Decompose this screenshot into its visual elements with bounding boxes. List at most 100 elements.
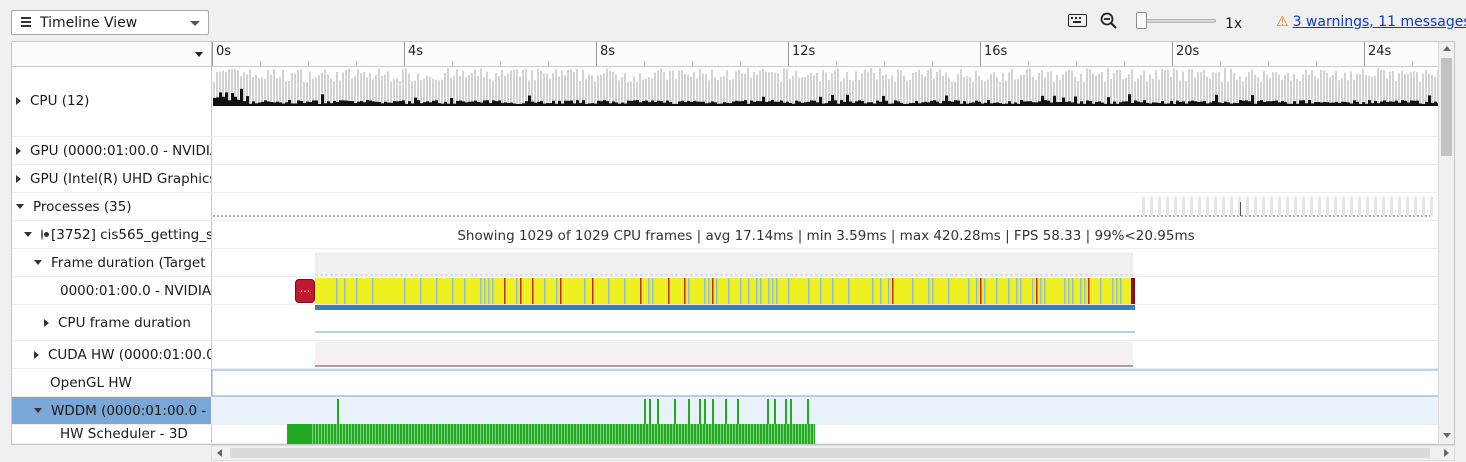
hw-scheduler-tick xyxy=(375,424,376,444)
cpu-core-bar xyxy=(1125,101,1128,106)
hw-scheduler-tick xyxy=(438,424,439,444)
cpu-core-bar xyxy=(477,102,480,106)
cpu-core-bar xyxy=(1194,101,1197,106)
cpu-usage-bar xyxy=(705,74,707,106)
hw-scheduler-tick xyxy=(735,424,736,444)
cpu-core-bar xyxy=(528,95,531,106)
error-frame-badge[interactable]: ... xyxy=(295,279,315,303)
cpu-usage-bar xyxy=(1317,78,1319,106)
hw-scheduler-tick xyxy=(693,424,694,444)
hw-scheduler-tick xyxy=(441,424,442,444)
keyboard-icon[interactable] xyxy=(1068,14,1087,27)
cpu-core-bar xyxy=(297,100,300,106)
cpu-usage-bar xyxy=(906,80,908,106)
cpu-core-bar xyxy=(1422,103,1425,106)
cpu-usage-bar xyxy=(411,81,413,106)
cpu-core-bar xyxy=(1218,102,1221,106)
hw-scheduler-tick xyxy=(444,424,445,444)
hw-scheduler-tick xyxy=(405,424,406,444)
cpu-core-bar xyxy=(1047,100,1050,106)
cpu-core-bar xyxy=(918,103,921,106)
cpu-core-bar xyxy=(969,102,972,106)
cpu-core-bar xyxy=(459,100,462,106)
cpu-core-bar xyxy=(1398,102,1401,106)
cpu-usage-bar xyxy=(1359,74,1361,106)
hw-scheduler-tick xyxy=(756,424,757,444)
horizontal-scroll-thumb[interactable] xyxy=(230,448,1430,458)
cpu-core-bar xyxy=(318,103,321,106)
process-activity-bar xyxy=(1174,197,1177,216)
hw-scheduler-tick xyxy=(807,424,808,444)
cpu-core-bar xyxy=(702,101,705,106)
hw-scheduler-tick xyxy=(486,424,487,444)
cpu-core-bar xyxy=(618,103,621,106)
hw-scheduler-tick xyxy=(657,424,658,444)
vertical-scrollbar[interactable] xyxy=(1438,42,1454,444)
warnings-text[interactable]: 3 warnings, 11 messages xyxy=(1293,14,1466,30)
cpu-core-bar xyxy=(570,100,573,106)
hw-scheduler-tick xyxy=(612,424,613,444)
cpu-usage-bar xyxy=(330,78,332,106)
chevron-down-icon xyxy=(190,21,200,26)
cpu-core-bar xyxy=(1032,102,1035,106)
hw-scheduler-tick xyxy=(600,424,601,444)
view-selector[interactable]: Timeline View xyxy=(11,10,209,35)
cpu-frame-mark xyxy=(436,278,438,304)
scroll-up-icon[interactable] xyxy=(1443,46,1451,51)
process-activity-bar xyxy=(1342,197,1345,216)
cpu-core-bar xyxy=(1359,103,1362,106)
hw-scheduler-tick xyxy=(495,424,496,444)
horizontal-scrollbar[interactable] xyxy=(211,445,1455,461)
cpu-core-bar xyxy=(333,100,336,106)
cpu-core-bar xyxy=(786,101,789,106)
hw-scheduler-tick xyxy=(708,424,709,444)
cpu-usage-bar xyxy=(516,69,518,106)
hw-scheduler-tick xyxy=(579,424,580,444)
cpu-frame-mark xyxy=(504,278,506,304)
hw-scheduler-tick xyxy=(573,424,574,444)
hw-scheduler-tick xyxy=(351,424,352,444)
hw-scheduler-tick xyxy=(609,424,610,444)
hw-scheduler-tick xyxy=(474,424,475,444)
hw-scheduler-tick xyxy=(561,424,562,444)
hw-scheduler-tick xyxy=(447,424,448,444)
zoom-out-icon[interactable] xyxy=(1100,12,1118,30)
warnings-link[interactable]: ⚠ 3 warnings, 11 messages xyxy=(1276,14,1466,30)
cpu-core-bar xyxy=(378,102,381,106)
cpu-usage-bar xyxy=(594,81,596,106)
cpu-usage-bar xyxy=(1014,79,1016,106)
cpu-core-bar xyxy=(237,99,240,106)
scroll-down-icon[interactable] xyxy=(1443,433,1451,438)
scroll-right-icon[interactable] xyxy=(1444,449,1449,457)
cpu-usage-bar xyxy=(1344,72,1346,106)
scroll-left-icon[interactable] xyxy=(217,449,222,457)
cpu-core-bar xyxy=(651,100,654,106)
cpu-usage-bar xyxy=(726,70,728,106)
hw-scheduler-tick xyxy=(393,424,394,444)
process-activity-bar xyxy=(1358,197,1361,216)
process-activity-bar xyxy=(1230,197,1233,216)
cpu-core-bar xyxy=(612,101,615,106)
cpu-usage-bar xyxy=(1218,71,1220,106)
cpu-core-bar xyxy=(501,102,504,106)
cpu-core-bar xyxy=(1386,102,1389,106)
vertical-scroll-thumb[interactable] xyxy=(1441,58,1452,156)
cpu-core-bar xyxy=(1281,101,1284,106)
cpu-usage-bar xyxy=(375,75,377,106)
process-activity-bar xyxy=(1302,197,1305,216)
zoom-slider-thumb[interactable] xyxy=(1136,12,1147,29)
zoom-slider[interactable] xyxy=(1136,12,1216,30)
cpu-core-bar xyxy=(762,96,765,106)
cpu-usage-bar xyxy=(1209,78,1211,106)
cpu-core-bar xyxy=(1164,103,1167,106)
cpu-core-bar xyxy=(1005,103,1008,106)
cpu-core-bar xyxy=(1212,101,1215,106)
cpu-usage-bar xyxy=(510,70,512,106)
cpu-core-bar xyxy=(219,92,222,106)
cpu-core-bar xyxy=(1071,102,1074,106)
cpu-core-bar xyxy=(888,103,891,106)
cpu-core-bar xyxy=(1068,101,1071,106)
hw-scheduler-tick xyxy=(327,424,328,444)
cpu-usage-bar xyxy=(1155,70,1157,106)
cpu-core-bar xyxy=(546,103,549,106)
